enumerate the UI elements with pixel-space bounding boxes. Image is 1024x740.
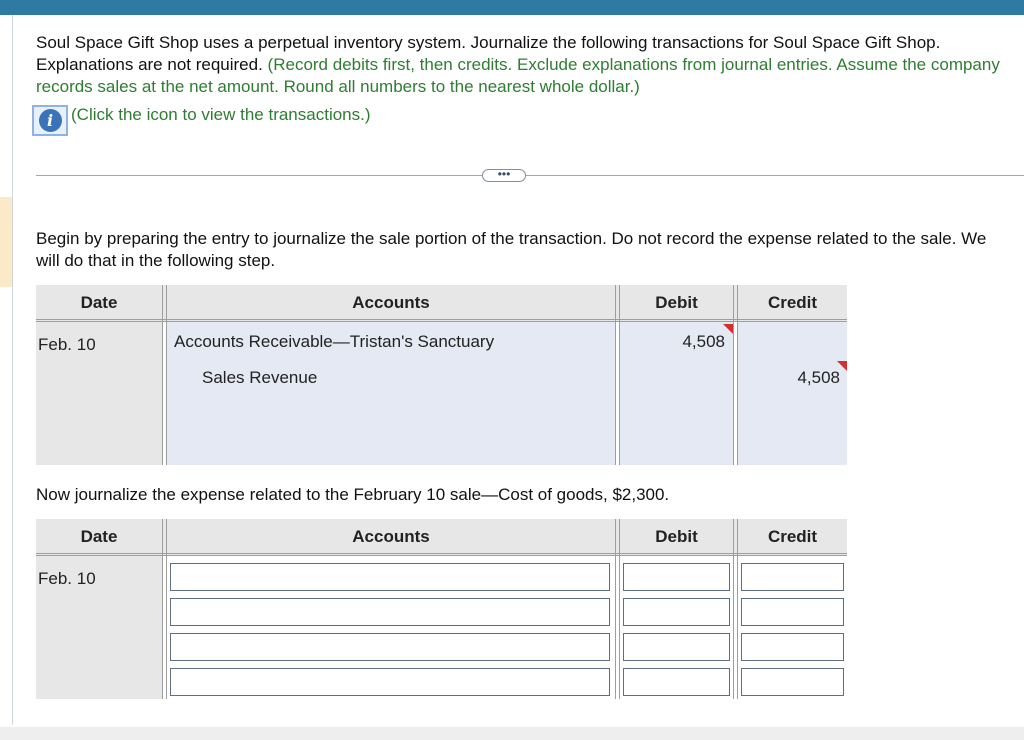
debit-input[interactable] bbox=[623, 633, 730, 661]
journal-table-expense: Date Accounts Debit Credit Feb. 10 bbox=[36, 519, 847, 699]
debit-amount[interactable]: 4,508 bbox=[620, 332, 725, 352]
step1-instructions: Begin by preparing the entry to journali… bbox=[36, 229, 987, 270]
credit-amount[interactable]: 4,508 bbox=[738, 368, 840, 388]
header-debit: Debit bbox=[655, 293, 698, 312]
current-step-marker bbox=[0, 197, 12, 287]
credit-input[interactable] bbox=[741, 668, 844, 696]
info-icon-glyph: i bbox=[38, 108, 62, 132]
header-credit: Credit bbox=[767, 293, 818, 312]
entry-date: Feb. 10 bbox=[38, 569, 96, 588]
column-rule bbox=[615, 519, 620, 699]
header-rule bbox=[36, 553, 847, 556]
credit-input[interactable] bbox=[741, 563, 844, 591]
header-rule bbox=[36, 319, 847, 322]
bottom-bar bbox=[0, 727, 1024, 740]
header-date: Date bbox=[80, 527, 118, 546]
column-rule bbox=[162, 285, 167, 465]
column-rule bbox=[615, 285, 620, 465]
account-input[interactable] bbox=[170, 633, 610, 661]
credit-input[interactable] bbox=[741, 633, 844, 661]
feedback-indicator bbox=[837, 361, 847, 371]
column-rule bbox=[733, 519, 738, 699]
header-debit: Debit bbox=[655, 527, 698, 546]
credit-input[interactable] bbox=[741, 598, 844, 626]
debit-input[interactable] bbox=[623, 668, 730, 696]
journal-table-sale: Date Accounts Debit Credit Feb. 10 Accou… bbox=[36, 285, 847, 465]
top-bar bbox=[0, 0, 1024, 15]
left-rule bbox=[12, 15, 13, 725]
account-input[interactable] bbox=[170, 598, 610, 626]
header-accounts: Accounts bbox=[352, 527, 430, 546]
column-rule bbox=[162, 519, 167, 699]
section-divider bbox=[36, 175, 1024, 176]
step2-instructions: Now journalize the expense related to th… bbox=[36, 485, 670, 504]
transactions-link-text[interactable]: (Click the icon to view the transactions… bbox=[71, 105, 371, 125]
header-date: Date bbox=[80, 293, 118, 312]
problem-statement: Soul Space Gift Shop uses a perpetual in… bbox=[36, 32, 1011, 98]
feedback-indicator bbox=[723, 324, 733, 334]
account-input[interactable] bbox=[170, 563, 610, 591]
debit-account[interactable]: Accounts Receivable—Tristan's Sanctuary bbox=[174, 332, 494, 352]
header-credit: Credit bbox=[767, 527, 818, 546]
debit-input[interactable] bbox=[623, 563, 730, 591]
credit-account[interactable]: Sales Revenue bbox=[202, 368, 317, 388]
credit-column bbox=[738, 321, 847, 465]
header-accounts: Accounts bbox=[352, 293, 430, 312]
transactions-link[interactable]: i (Click the icon to view the transactio… bbox=[32, 104, 371, 136]
debit-input[interactable] bbox=[623, 598, 730, 626]
account-input[interactable] bbox=[170, 668, 610, 696]
entry-date: Feb. 10 bbox=[38, 335, 96, 354]
ellipsis-icon[interactable]: ••• bbox=[482, 168, 526, 182]
info-icon[interactable]: i bbox=[32, 104, 68, 136]
